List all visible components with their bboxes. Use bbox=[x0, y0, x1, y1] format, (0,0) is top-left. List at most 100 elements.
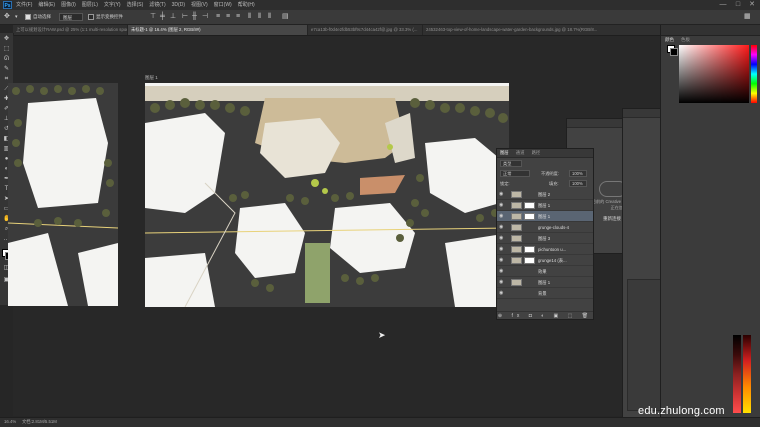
menu-file[interactable]: 文件(F) bbox=[16, 1, 32, 9]
quick-select-tool-icon[interactable]: ✎ bbox=[3, 66, 10, 73]
layer-row-10[interactable]: ◉ 背景 bbox=[497, 288, 593, 299]
document-label: 图层 1 bbox=[145, 75, 158, 80]
layer-row-4[interactable]: ◉ grunge-clouds-4 bbox=[497, 222, 593, 233]
layer-mask-thumbnail bbox=[524, 202, 535, 209]
menu-layer[interactable]: 图层(L) bbox=[82, 1, 98, 9]
tab-doc-1[interactable]: 上可以规划设计RAW.psd @ 25% (1:1 multi-resoluti… bbox=[13, 25, 128, 35]
photoshop-logo: Ps bbox=[3, 1, 12, 9]
blend-mode-select[interactable]: 正常 bbox=[500, 170, 530, 177]
tab-doc-2[interactable]: 未标题-1 @ 16.4% (图层 2, RGB/8#) bbox=[128, 25, 308, 35]
menu-view[interactable]: 视图(V) bbox=[191, 1, 208, 9]
maximize-button[interactable]: □ bbox=[731, 0, 745, 10]
layers-panel-footer-icons[interactable]: ⊕ fx ◘ ◐ ▣ ⬚ 🗑 bbox=[497, 311, 593, 320]
color-tab[interactable]: 颜色 bbox=[665, 37, 674, 43]
visibility-eye-icon[interactable]: ◉ bbox=[499, 288, 503, 299]
distribute-right-icon[interactable]: ⦀ bbox=[268, 13, 271, 21]
align-right-icon[interactable]: ⊣ bbox=[202, 13, 208, 21]
color-ramp[interactable] bbox=[733, 335, 741, 413]
close-button[interactable]: ✕ bbox=[745, 0, 759, 10]
layer-kind-filter[interactable]: 类型 bbox=[500, 160, 522, 167]
menu-window[interactable]: 窗口(W) bbox=[214, 1, 232, 9]
layer-row-1[interactable]: ◉ 图层 2 bbox=[497, 189, 593, 200]
distribute-vcenter-icon[interactable]: ≡ bbox=[226, 13, 230, 21]
dropdown-icon[interactable]: ▾ bbox=[15, 13, 18, 21]
menu-type[interactable]: 文字(Y) bbox=[104, 1, 121, 9]
visibility-eye-icon[interactable]: ◉ bbox=[499, 233, 503, 244]
auto-select-label: 自动选择 bbox=[33, 14, 51, 19]
menu-image[interactable]: 图像(I) bbox=[61, 1, 76, 9]
layer-thumbnail bbox=[511, 257, 522, 264]
layer-row-3[interactable]: ◉ 图层 1 bbox=[497, 211, 593, 222]
distribute-left-icon[interactable]: ⦀ bbox=[248, 13, 251, 21]
minimize-button[interactable]: — bbox=[716, 0, 730, 10]
lasso-tool-icon[interactable]: ᘏ bbox=[3, 56, 10, 63]
mouse-cursor-icon: ➤ bbox=[378, 330, 386, 340]
distribute-bottom-icon[interactable]: ≡ bbox=[236, 13, 240, 21]
layer-thumbnail bbox=[511, 213, 522, 220]
move-tool-icon[interactable]: ✥ bbox=[3, 36, 10, 43]
layer-row-6[interactable]: ◉ pichuntoon u... bbox=[497, 244, 593, 255]
color-bg-swatch[interactable] bbox=[670, 48, 678, 56]
layers-tab[interactable]: 图层 bbox=[500, 150, 509, 155]
crop-tool-icon[interactable]: ⌗ bbox=[3, 76, 10, 83]
site-plan-main bbox=[145, 83, 509, 307]
align-left-icon[interactable]: ⊢ bbox=[182, 13, 188, 21]
site-plan-left bbox=[8, 83, 118, 306]
layer-row-9[interactable]: ◉ 图层 1 bbox=[497, 277, 593, 288]
layer-row-5[interactable]: ◉ 图层 3 bbox=[497, 233, 593, 244]
distribute-top-icon[interactable]: ≡ bbox=[216, 13, 220, 21]
align-vcenter-icon[interactable]: ╪ bbox=[160, 13, 165, 21]
workspace-icon[interactable]: ▦ bbox=[744, 13, 751, 21]
doc-size: 文档:2.81M/5.51M bbox=[22, 419, 57, 424]
opacity-label: 不透明度: bbox=[541, 171, 559, 176]
layer-thumbnail bbox=[511, 191, 522, 198]
layer-row-2[interactable]: ◉ 图层 1 bbox=[497, 200, 593, 211]
visibility-eye-icon[interactable]: ◉ bbox=[499, 244, 503, 255]
align-top-icon[interactable]: ⊤ bbox=[150, 13, 156, 21]
document-canvas-left[interactable] bbox=[8, 83, 118, 306]
distribute-hcenter-icon[interactable]: ⦀ bbox=[258, 13, 261, 21]
visibility-eye-icon[interactable]: ◉ bbox=[499, 277, 503, 288]
visibility-eye-icon[interactable]: ◉ bbox=[499, 266, 503, 277]
visibility-eye-icon[interactable]: ◉ bbox=[499, 211, 503, 222]
target-select[interactable]: 图层 bbox=[59, 13, 83, 21]
channels-tab[interactable]: 通道 bbox=[516, 150, 525, 155]
visibility-eye-icon[interactable]: ◉ bbox=[499, 189, 503, 200]
visibility-eye-icon[interactable]: ◉ bbox=[499, 255, 503, 266]
layer-thumbnail bbox=[511, 202, 522, 209]
hue-slider[interactable] bbox=[751, 45, 757, 103]
fill-input[interactable]: 100% bbox=[569, 180, 587, 187]
hue-ramp[interactable] bbox=[743, 335, 751, 413]
layer-thumbnail bbox=[511, 246, 522, 253]
swatches-tab[interactable]: 色板 bbox=[681, 37, 690, 43]
menu-help[interactable]: 帮助(H) bbox=[238, 1, 255, 9]
document-canvas-main[interactable] bbox=[145, 83, 509, 307]
visibility-eye-icon[interactable]: ◉ bbox=[499, 200, 503, 211]
libraries-retry-link[interactable]: 重新连接 bbox=[603, 216, 621, 222]
color-field[interactable] bbox=[679, 45, 749, 103]
layer-thumbnail bbox=[511, 235, 522, 242]
layer-list: ◉ 图层 2 ◉ 图层 1 ◉ 图层 1 ◉ grunge-clouds-4 ◉ 图层 3… bbox=[497, 189, 593, 309]
opacity-input[interactable]: 100% bbox=[569, 170, 587, 177]
visibility-eye-icon[interactable]: ◉ bbox=[499, 222, 503, 233]
menu-edit[interactable]: 编辑(E) bbox=[38, 1, 55, 9]
align-bottom-icon[interactable]: ⊥ bbox=[170, 13, 176, 21]
marquee-tool-icon[interactable]: ⬚ bbox=[3, 46, 10, 53]
layer-row-7[interactable]: ◉ grunge14 (表... bbox=[497, 255, 593, 266]
lock-label: 锁定: bbox=[500, 181, 510, 186]
auto-align-icon[interactable]: ▤ bbox=[282, 13, 289, 21]
watermark: edu.zhulong.com bbox=[638, 405, 725, 417]
auto-select-checkbox[interactable] bbox=[25, 14, 31, 20]
align-hcenter-icon[interactable]: ╫ bbox=[192, 13, 197, 21]
layer-row-8[interactable]: ◉ 效果 bbox=[497, 266, 593, 277]
tab-doc-4[interactable]: 24532463-top-view-of-home-landscape-wate… bbox=[423, 25, 665, 35]
move-tool-icon[interactable]: ✥ bbox=[4, 13, 10, 21]
menu-filter[interactable]: 滤镜(T) bbox=[149, 1, 165, 9]
layers-panel: 图层 通道 路径 类型 正常 不透明度: 100% 锁定: 填充: 100% ◉… bbox=[496, 148, 594, 320]
show-transform-checkbox[interactable] bbox=[88, 14, 94, 20]
menu-3d[interactable]: 3D(D) bbox=[172, 1, 185, 9]
tab-doc-3[interactable]: e7ca13b-f0d4e2fdb53bf9c7d44ca42f@.jpg @ … bbox=[308, 25, 423, 35]
paths-tab[interactable]: 路径 bbox=[532, 150, 541, 155]
menu-select[interactable]: 选择(S) bbox=[127, 1, 144, 9]
zoom-level[interactable]: 16.4% bbox=[4, 419, 16, 424]
